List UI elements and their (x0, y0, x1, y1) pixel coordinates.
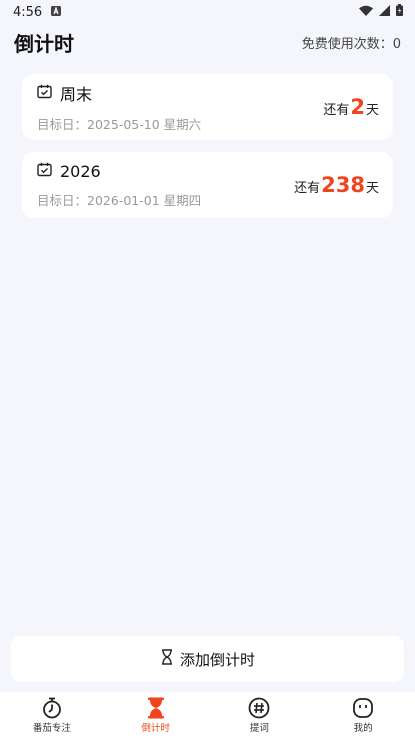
target-weekday: 星期六 (163, 117, 202, 132)
target-date: 2026-01-01 (87, 192, 160, 208)
nav-label: 提词 (249, 723, 269, 734)
countdown-card[interactable]: 周末 目标日：2025-05-10 星期六 还有 2 天 (22, 74, 393, 140)
remaining-suffix: 天 (365, 181, 379, 196)
hourglass-icon (145, 697, 167, 719)
target-label: 目标日： (37, 117, 88, 132)
add-button-area: 添加倒计时 (0, 632, 415, 692)
nav-item-prompter[interactable]: 提词 (208, 692, 312, 739)
free-usage-counter: 免费使用次数：0 (302, 33, 401, 52)
nav-label: 番茄专注 (32, 723, 71, 734)
remaining-days: 238 (321, 173, 365, 197)
countdown-remaining: 还有 238 天 (294, 173, 379, 197)
stopwatch-icon (41, 697, 63, 719)
target-label: 目标日： (37, 192, 88, 208)
notification-a-icon (51, 5, 62, 20)
countdown-list: 周末 目标日：2025-05-10 星期六 还有 2 天 2026 目标日：2026… (0, 60, 415, 218)
page-title: 倒计时 (14, 31, 74, 56)
hourglass-icon (160, 649, 174, 669)
free-usage-count: 0 (392, 36, 401, 52)
signal-icon (379, 4, 390, 20)
remaining-days: 2 (350, 95, 365, 119)
free-usage-label: 免费使用次数： (301, 36, 393, 52)
countdown-remaining: 还有 2 天 (323, 95, 379, 119)
header: 倒计时 免费使用次数：0 (0, 24, 415, 60)
add-countdown-label: 添加倒计时 (179, 650, 255, 669)
countdown-card[interactable]: 2026 目标日：2026-01-01 星期四 还有 238 天 (22, 152, 393, 218)
add-countdown-button[interactable]: 添加倒计时 (11, 636, 404, 682)
battery-icon (396, 4, 403, 20)
remaining-prefix: 还有 (323, 103, 350, 118)
status-time: 4:56 (13, 4, 43, 20)
nav-label: 我的 (353, 723, 373, 734)
remaining-prefix: 还有 (294, 181, 321, 196)
status-bar: 4:56 (0, 0, 415, 24)
remaining-suffix: 天 (365, 103, 379, 118)
countdown-name: 周末 (60, 85, 93, 104)
countdown-target-date: 目标日：2026-01-01 星期四 (37, 190, 201, 209)
target-weekday: 星期四 (163, 192, 202, 208)
target-date: 2025-05-10 (87, 117, 160, 132)
wifi-icon (359, 5, 373, 20)
hashtag-icon (248, 697, 270, 719)
nav-label: 倒计时 (141, 723, 170, 734)
countdown-target-date: 目标日：2025-05-10 星期六 (37, 114, 201, 133)
calendar-check-icon (37, 84, 52, 103)
nav-item-countdown[interactable]: 倒计时 (104, 692, 208, 739)
nav-item-pomodoro[interactable]: 番茄专注 (0, 692, 104, 739)
calendar-check-icon (37, 162, 52, 181)
bottom-nav: 番茄专注 倒计时 提词 我的 (0, 692, 415, 739)
countdown-name: 2026 (60, 161, 101, 181)
face-icon (352, 697, 374, 719)
nav-item-profile[interactable]: 我的 (311, 692, 415, 739)
